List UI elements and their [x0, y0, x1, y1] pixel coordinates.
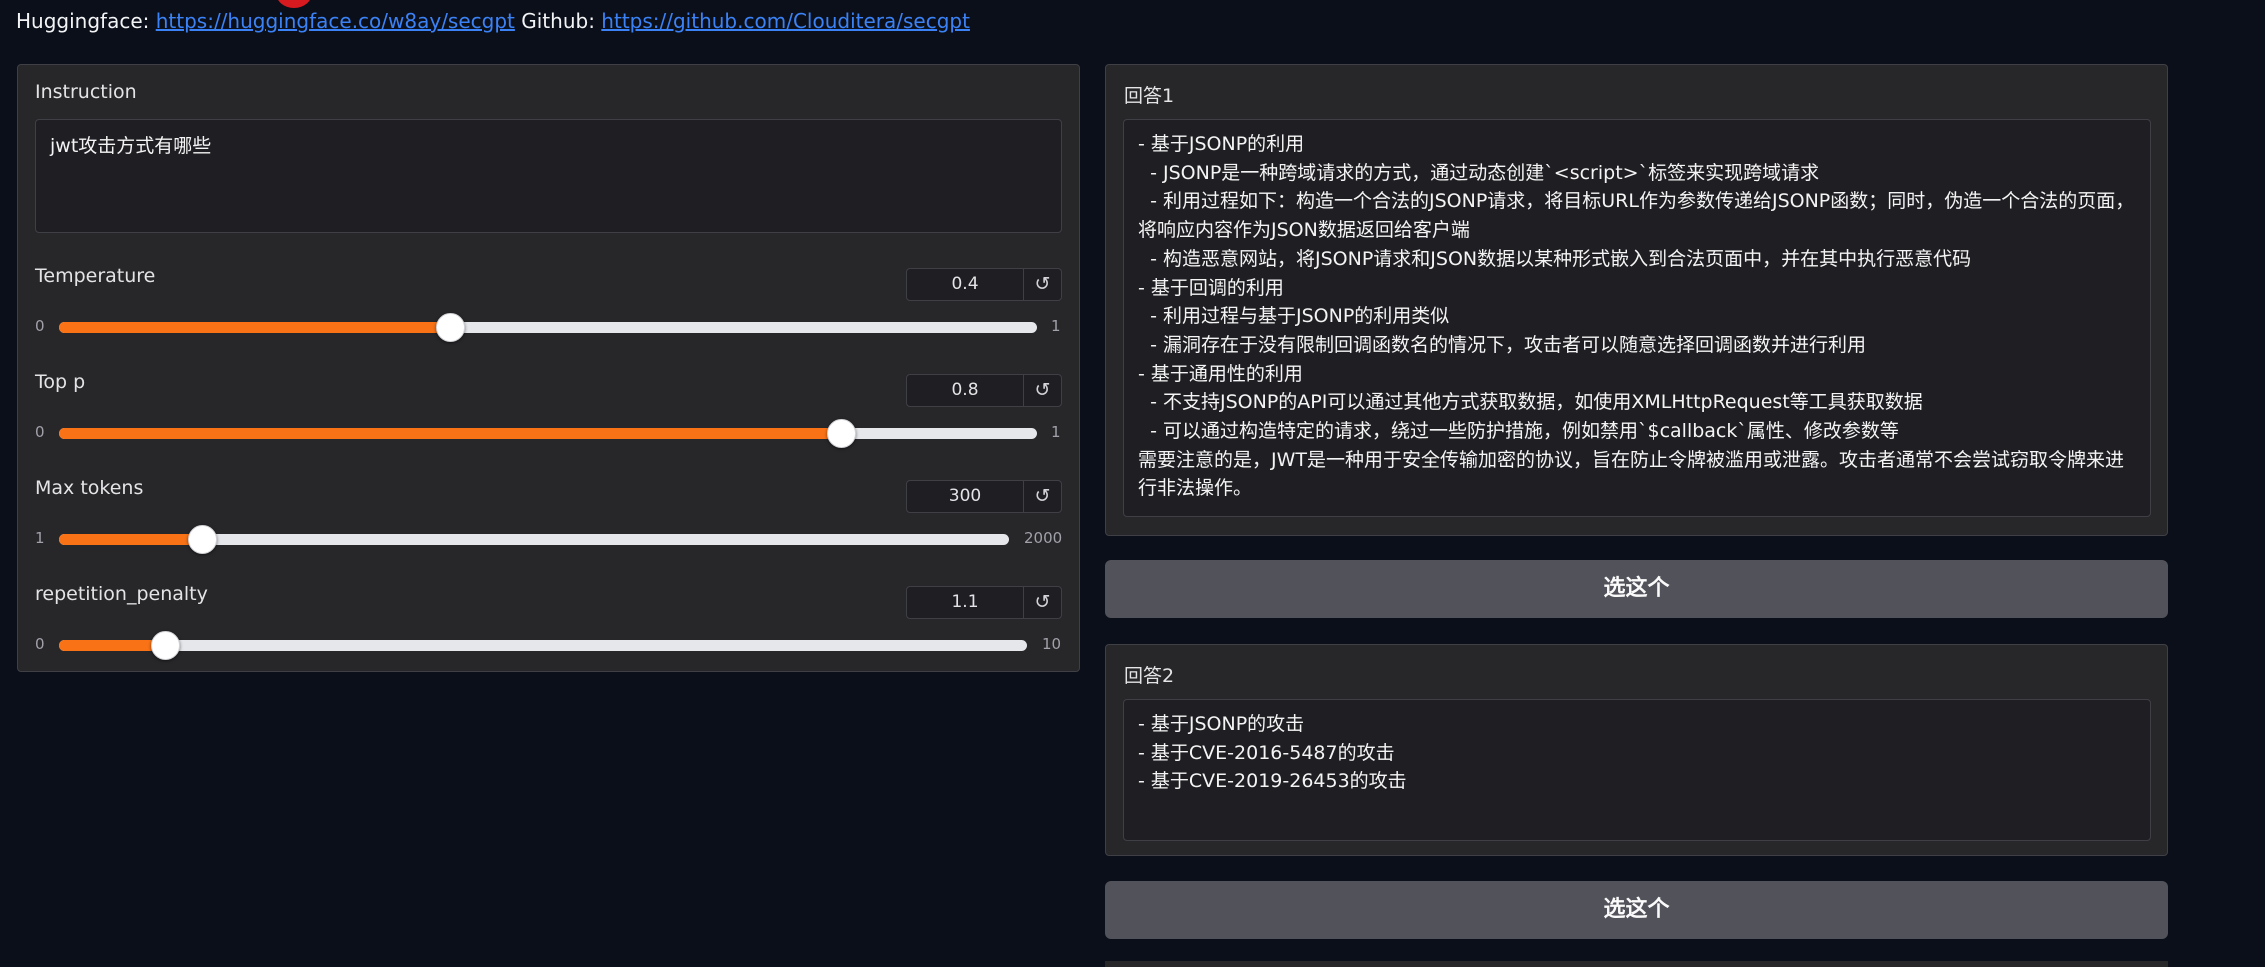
choose-answer1-button[interactable]: 选这个: [1105, 560, 2168, 618]
top-p-reset-icon[interactable]: ↺: [1023, 375, 1061, 406]
repetition-penalty-reset-icon[interactable]: ↺: [1023, 587, 1061, 618]
github-link[interactable]: https://github.com/Clouditera/secgpt: [601, 9, 970, 33]
max-tokens-number-input[interactable]: 300 ↺: [906, 480, 1062, 513]
max-tokens-slider-fill: [59, 534, 202, 545]
repetition-penalty-number-input[interactable]: 1.1 ↺: [906, 586, 1062, 619]
temperature-number-input[interactable]: 0.4 ↺: [906, 268, 1062, 301]
max-tokens-min: 1: [35, 529, 45, 547]
answer2-panel: 回答2 - 基于JSONP的攻击 - 基于CVE-2016-5487的攻击 - …: [1105, 644, 2168, 856]
max-tokens-value[interactable]: 300: [907, 481, 1023, 512]
repetition-penalty-min: 0: [35, 635, 45, 653]
repetition-penalty-slider[interactable]: [59, 631, 1027, 660]
next-panel-edge: [1105, 961, 2168, 967]
repetition-penalty-value[interactable]: 1.1: [907, 587, 1023, 618]
repetition-penalty-slider-thumb[interactable]: [151, 631, 181, 660]
repetition-penalty-label: repetition_penalty: [35, 583, 208, 605]
temperature-reset-icon[interactable]: ↺: [1023, 269, 1061, 300]
header-links: Huggingface: https://huggingface.co/w8ay…: [16, 6, 970, 36]
temperature-max: 1: [1051, 317, 1061, 335]
temperature-slider[interactable]: [59, 313, 1037, 342]
top-p-value[interactable]: 0.8: [907, 375, 1023, 406]
answer2-label: 回答2: [1124, 665, 1175, 687]
settings-panel: Instruction jwt攻击方式有哪些 Temperature 0.4 ↺…: [17, 64, 1080, 672]
top-p-slider-thumb[interactable]: [827, 419, 857, 448]
top-p-max: 1: [1051, 423, 1061, 441]
repetition-penalty-slider-fill: [59, 640, 166, 651]
answer1-panel: 回答1 - 基于JSONP的利用 - JSONP是一种跨域请求的方式，通过动态创…: [1105, 64, 2168, 536]
choose-answer2-button[interactable]: 选这个: [1105, 881, 2168, 939]
answer2-output[interactable]: - 基于JSONP的攻击 - 基于CVE-2016-5487的攻击 - 基于CV…: [1123, 699, 2151, 841]
max-tokens-max: 2000: [1024, 529, 1063, 547]
temperature-slider-fill: [59, 322, 451, 333]
top-p-number-input[interactable]: 0.8 ↺: [906, 374, 1062, 407]
repetition-penalty-max: 10: [1042, 635, 1062, 653]
answer1-output[interactable]: - 基于JSONP的利用 - JSONP是一种跨域请求的方式，通过动态创建`<s…: [1123, 119, 2151, 517]
max-tokens-slider-thumb[interactable]: [187, 525, 217, 554]
top-p-min: 0: [35, 423, 45, 441]
max-tokens-reset-icon[interactable]: ↺: [1023, 481, 1061, 512]
instruction-input[interactable]: jwt攻击方式有哪些: [35, 119, 1062, 233]
temperature-slider-thumb[interactable]: [436, 313, 466, 342]
max-tokens-slider[interactable]: [59, 525, 1009, 554]
huggingface-link[interactable]: https://huggingface.co/w8ay/secgpt: [156, 9, 515, 33]
instruction-label: Instruction: [35, 81, 137, 103]
top-p-slider-fill: [59, 428, 842, 439]
github-label: Github:: [521, 9, 595, 33]
max-tokens-label: Max tokens: [35, 477, 144, 499]
huggingface-label: Huggingface:: [16, 9, 150, 33]
temperature-value[interactable]: 0.4: [907, 269, 1023, 300]
top-p-label: Top p: [35, 371, 86, 393]
answer1-label: 回答1: [1124, 85, 1175, 107]
temperature-label: Temperature: [35, 265, 156, 287]
temperature-min: 0: [35, 317, 45, 335]
top-p-slider[interactable]: [59, 419, 1037, 448]
